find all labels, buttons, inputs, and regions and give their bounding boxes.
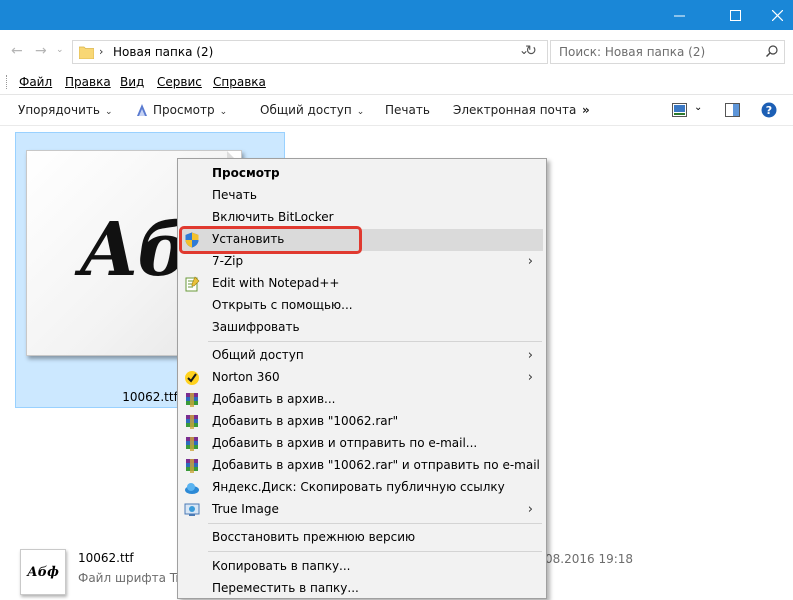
font-file-icon[interactable]: Абф	[20, 549, 66, 595]
menu-item-print[interactable]: Печать	[179, 185, 543, 207]
minimize-button[interactable]	[656, 0, 702, 30]
preview-pane-icon[interactable]	[725, 103, 740, 117]
menu-item-7zip[interactable]: 7-Zip ›	[179, 251, 543, 273]
winrar-icon	[186, 393, 198, 407]
chevron-down-icon: ⌄	[104, 107, 113, 117]
winrar-icon	[186, 415, 198, 429]
winrar-icon	[186, 459, 198, 473]
menu-separator	[208, 341, 542, 342]
menu-item-encrypt[interactable]: Зашифровать	[179, 317, 543, 339]
menu-item-notepadpp[interactable]: Edit with Notepad++	[179, 273, 543, 295]
menu-file[interactable]: Файл	[19, 75, 52, 89]
menu-separator	[208, 523, 542, 524]
preview-button[interactable]: Просмотр ⌄	[135, 103, 227, 117]
change-view-icon[interactable]	[672, 103, 687, 117]
submenu-arrow-icon: ›	[527, 370, 533, 385]
search-input[interactable]: Поиск: Новая папка (2)	[550, 40, 785, 64]
font-preview-icon	[137, 104, 147, 116]
menu-tools[interactable]: Сервис	[157, 75, 202, 89]
share-button[interactable]: Общий доступ ⌄	[260, 103, 364, 117]
more-commands-button[interactable]: »	[582, 103, 590, 117]
search-placeholder: Поиск: Новая папка (2)	[559, 45, 706, 59]
menu-separator	[208, 551, 542, 552]
minimize-icon	[673, 15, 685, 16]
organize-button[interactable]: Упорядочить ⌄	[18, 103, 112, 117]
email-button[interactable]: Электронная почта	[453, 103, 576, 117]
submenu-arrow-icon: ›	[527, 254, 533, 269]
menu-item-preview[interactable]: Просмотр	[179, 163, 543, 185]
true-image-icon	[184, 503, 200, 516]
help-icon[interactable]: ?	[761, 102, 777, 118]
maximize-button[interactable]	[712, 0, 758, 30]
menu-help[interactable]: Справка	[213, 75, 266, 89]
menu-item-true-image[interactable]: True Image ›	[179, 499, 543, 521]
title-bar	[0, 0, 793, 30]
back-arrow-icon[interactable]: ←	[11, 43, 23, 59]
refresh-button[interactable]: ↻	[519, 40, 543, 62]
menu-item-add-rar[interactable]: Добавить в архив "10062.rar"	[179, 411, 543, 433]
menu-item-open-with[interactable]: Открыть с помощью...	[179, 295, 543, 317]
detail-file-type: Файл шрифта Tru	[78, 571, 188, 585]
highlight-annotation	[179, 226, 362, 254]
close-button[interactable]	[754, 0, 793, 30]
menu-item-yandex-disk[interactable]: Яндекс.Диск: Скопировать публичную ссылк…	[179, 477, 543, 499]
close-icon	[771, 9, 783, 21]
chevron-down-icon: ⌄	[356, 107, 365, 117]
command-bar: Упорядочить ⌄ Просмотр ⌄ Общий доступ ⌄ Печ…	[0, 95, 793, 126]
notepadpp-icon	[185, 276, 200, 292]
norton-checkmark-icon	[185, 371, 199, 385]
chevron-down-icon: ⌄	[219, 107, 228, 117]
submenu-arrow-icon: ›	[527, 348, 533, 363]
address-bar[interactable]: › Новая папка (2) ⌄	[72, 40, 548, 64]
maximize-icon	[729, 9, 741, 21]
menu-item-rar-email[interactable]: Добавить в архив "10062.rar" и отправить…	[179, 455, 543, 477]
yandex-disk-icon	[185, 483, 199, 494]
detail-modified-date: 08.2016 19:18	[545, 552, 634, 566]
breadcrumb-folder[interactable]: Новая папка (2)	[113, 45, 213, 59]
chevron-down-icon[interactable]: ⌄	[694, 102, 702, 113]
menu-item-copy-to[interactable]: Копировать в папку...	[179, 556, 543, 578]
recent-locations-icon[interactable]: ⌄	[56, 45, 64, 55]
detail-file-name: 10062.ttf	[78, 551, 134, 565]
menu-item-archive-email[interactable]: Добавить в архив и отправить по e-mail..…	[179, 433, 543, 455]
refresh-icon: ↻	[525, 43, 537, 59]
chevron-right-icon: ›	[99, 45, 104, 58]
font-icon-text: Абф	[27, 564, 59, 580]
print-button[interactable]: Печать	[385, 103, 430, 117]
context-menu: Просмотр Печать Включить BitLocker Устан…	[177, 158, 547, 599]
submenu-arrow-icon: ›	[527, 502, 533, 517]
menu-grip	[6, 75, 9, 89]
menu-view[interactable]: Вид	[120, 75, 144, 89]
search-icon	[766, 45, 778, 57]
winrar-icon	[186, 437, 198, 451]
menu-item-restore-version[interactable]: Восстановить прежнюю версию	[179, 527, 543, 549]
svg-text:?: ?	[766, 104, 772, 117]
menu-bar: Файл Правка Вид Сервис Справка	[0, 70, 793, 95]
menu-item-add-archive[interactable]: Добавить в архив...	[179, 389, 543, 411]
menu-item-share[interactable]: Общий доступ ›	[179, 345, 543, 367]
menu-item-norton[interactable]: Norton 360 ›	[179, 367, 543, 389]
menu-edit[interactable]: Правка	[65, 75, 111, 89]
forward-arrow-icon[interactable]: →	[35, 43, 47, 59]
folder-icon	[79, 46, 94, 59]
